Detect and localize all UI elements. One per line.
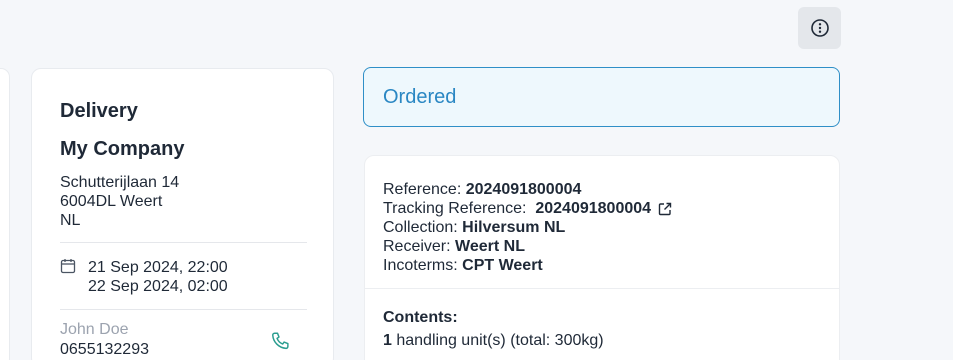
tracking-reference-label: Tracking Reference: <box>383 200 527 217</box>
company-name: My Company <box>60 138 185 160</box>
divider <box>60 242 307 243</box>
collection-value: Hilversum NL <box>462 219 566 236</box>
address-postcode-city: 6004DL Weert <box>60 193 163 210</box>
contents-label: Contents: <box>383 309 458 326</box>
contact-name: John Doe <box>60 321 129 338</box>
contents-summary: 1 handling unit(s) (total: 300kg) <box>383 332 604 350</box>
incoterms-label: Incoterms: <box>383 257 458 274</box>
receiver-row: Receiver: Weert NL <box>383 237 673 256</box>
incoterms-value: CPT Weert <box>462 257 543 274</box>
previous-card-edge <box>0 68 10 360</box>
shipment-details-list: Reference: 2024091800004 Tracking Refere… <box>383 180 673 275</box>
status-banner: Ordered <box>363 67 840 127</box>
collection-label: Collection: <box>383 219 458 236</box>
delivery-time-window: 21 Sep 2024, 22:00 22 Sep 2024, 02:00 <box>88 258 228 296</box>
contact-phone: 0655132293 <box>60 341 149 358</box>
delivery-card: Delivery My Company Schutterijlaan 14 60… <box>31 68 334 360</box>
incoterms-row: Incoterms: CPT Weert <box>383 256 673 275</box>
reference-row: Reference: 2024091800004 <box>383 180 673 199</box>
external-link-icon[interactable] <box>657 201 673 217</box>
divider <box>60 309 307 310</box>
address-country: NL <box>60 212 81 229</box>
receiver-value: Weert NL <box>455 238 525 255</box>
delivery-address: Schutterijlaan 14 6004DL Weert NL <box>60 173 179 230</box>
reference-value: 2024091800004 <box>465 181 582 198</box>
tracking-reference-value[interactable]: 2024091800004 <box>535 199 651 218</box>
address-street: Schutterijlaan 14 <box>60 174 180 191</box>
date-start: 21 Sep 2024, 22:00 <box>88 259 228 276</box>
phone-icon[interactable] <box>270 330 292 352</box>
tracking-reference-row: Tracking Reference: 2024091800004 <box>383 199 673 218</box>
more-options-icon <box>810 19 829 37</box>
receiver-label: Receiver: <box>383 238 451 255</box>
contents-count: 1 <box>383 332 392 349</box>
more-options-button[interactable] <box>798 7 841 49</box>
divider <box>365 288 839 289</box>
collection-row: Collection: Hilversum NL <box>383 218 673 237</box>
contents-text: handling unit(s) (total: 300kg) <box>396 332 604 349</box>
shipment-details-card: Reference: 2024091800004 Tracking Refere… <box>364 155 840 360</box>
reference-label: Reference: <box>383 181 462 198</box>
calendar-icon <box>60 259 76 274</box>
delivery-title: Delivery <box>60 100 138 122</box>
date-end: 22 Sep 2024, 02:00 <box>88 278 228 295</box>
status-label: Ordered <box>383 86 457 108</box>
